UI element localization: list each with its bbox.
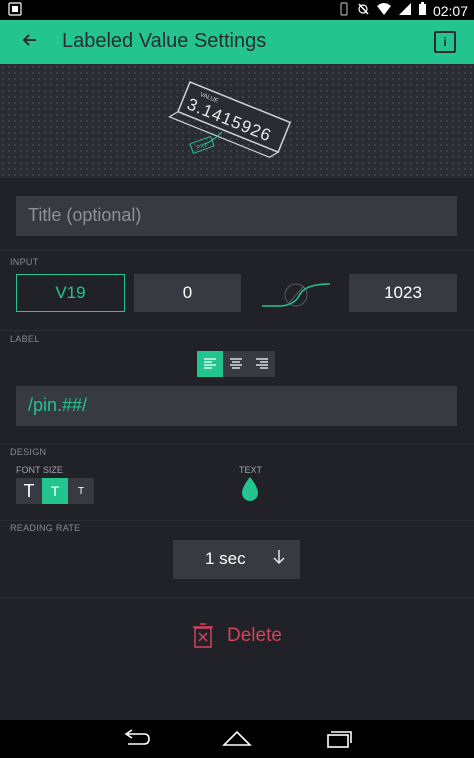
vibrate-icon [338, 2, 350, 19]
battery-icon [418, 2, 427, 19]
back-arrow-icon[interactable] [18, 30, 42, 54]
label-format-value: /pin.##/ [28, 395, 88, 415]
info-icon[interactable]: i [434, 31, 456, 53]
section-label-label: LABEL [10, 334, 40, 344]
system-nav-bar [0, 720, 474, 758]
section-reading-rate-label: READING RATE [10, 523, 81, 533]
label-format-input[interactable]: /pin.##/ [16, 386, 457, 426]
align-center-icon [230, 358, 242, 369]
reading-rate-dropdown[interactable]: 1 sec [173, 540, 300, 579]
divider [0, 330, 474, 331]
section-design-label: DESIGN [10, 447, 47, 457]
align-left-button[interactable] [197, 351, 223, 377]
title-input[interactable]: Title (optional) [16, 196, 457, 236]
font-size-large-button[interactable]: T [16, 478, 42, 504]
page-title: Labeled Value Settings [62, 30, 267, 52]
align-left-icon [204, 358, 216, 369]
alarm-off-icon [356, 2, 370, 19]
font-size-medium-button[interactable]: T [42, 478, 68, 504]
trash-icon [193, 623, 213, 648]
wifi-icon [376, 2, 392, 19]
font-size-small-button[interactable]: T [68, 478, 94, 504]
delete-label: Delete [227, 625, 282, 646]
signal-icon [398, 2, 412, 19]
reading-rate-value: 1 sec [205, 549, 246, 568]
divider [0, 597, 474, 598]
font-size-label: FONT SIZE [16, 465, 63, 475]
divider [0, 443, 474, 444]
widget-illustration: VALUE 3.1415926 PIN [0, 64, 474, 178]
text-color-label: TEXT [239, 465, 263, 475]
pin-selector[interactable]: V19 [16, 274, 125, 312]
mapping-curve-icon[interactable] [260, 278, 332, 317]
arrow-down-icon [272, 548, 286, 571]
delete-button[interactable]: Delete [193, 623, 282, 649]
text-color-drop-icon[interactable] [238, 476, 262, 507]
divider [0, 520, 474, 521]
font-size-group: T T T [16, 478, 94, 504]
app-bar: Labeled Value Settings i [0, 20, 474, 64]
divider [0, 250, 474, 251]
align-right-icon [256, 358, 268, 369]
nav-recents-icon[interactable] [324, 729, 354, 754]
max-value-input[interactable]: 1023 [349, 274, 457, 312]
align-center-button[interactable] [223, 351, 249, 377]
alignment-group [197, 351, 275, 377]
title-placeholder: Title (optional) [28, 205, 142, 225]
min-value-input[interactable]: 0 [134, 274, 241, 312]
nav-home-icon[interactable] [222, 729, 252, 754]
align-right-button[interactable] [249, 351, 275, 377]
section-input-label: INPUT [10, 257, 39, 267]
labeled-value-illustration: VALUE 3.1415926 PIN [168, 81, 292, 158]
nav-back-icon[interactable] [122, 729, 152, 754]
notification-icon [8, 2, 22, 19]
illustration-pin-label: PIN [196, 143, 207, 152]
clock-time: 02:07 [432, 2, 468, 19]
status-bar: 02:07 [0, 0, 474, 20]
